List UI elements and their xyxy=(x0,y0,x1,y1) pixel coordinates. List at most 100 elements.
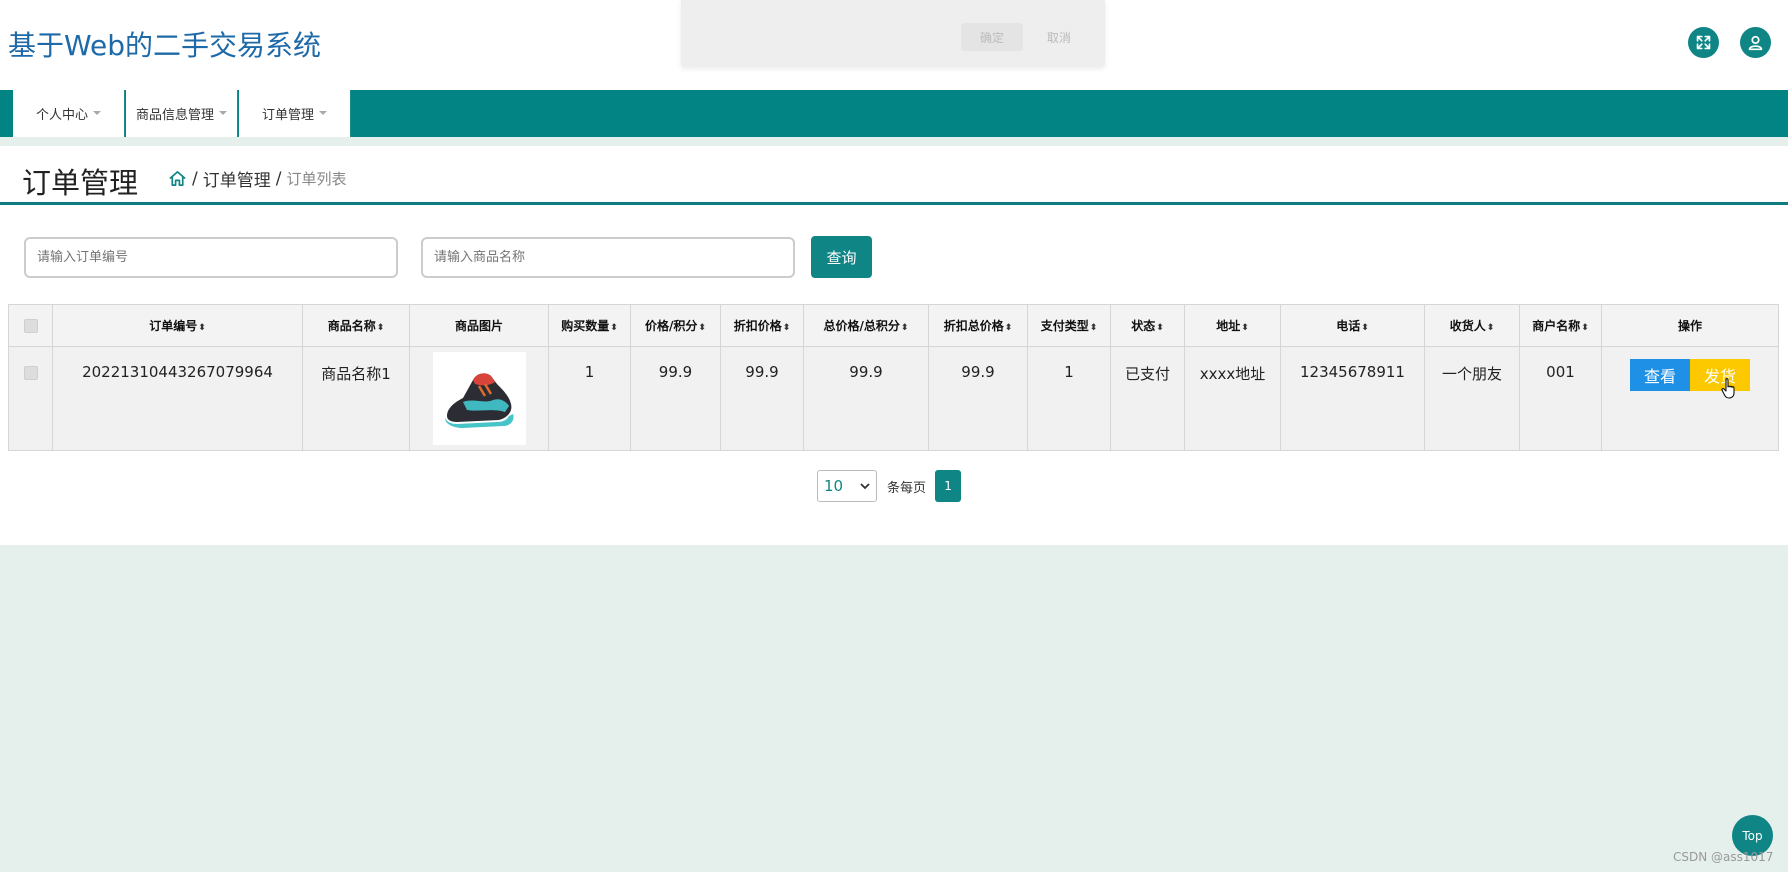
column-header-label: 商品名称 xyxy=(327,319,376,333)
column-header-label: 购买数量 xyxy=(561,319,610,333)
sort-icon[interactable]: ⬍ xyxy=(198,323,206,333)
nav-item-label: 商品信息管理 xyxy=(135,108,214,123)
order-no-search-input[interactable] xyxy=(24,237,398,278)
column-header-discount-total[interactable]: 折扣总价格⬍ xyxy=(928,304,1028,347)
orders-table: 订单编号⬍ 商品名称⬍ 商品图片 购买数量⬍ 价格/积分⬍ 折扣价格⬍ 总价格/… xyxy=(8,304,1779,451)
nav-item-label: 订单管理 xyxy=(261,108,314,123)
row-checkbox[interactable] xyxy=(23,365,38,380)
actions-cell: 查看 发货 xyxy=(1601,346,1779,451)
nav-item-product-management[interactable]: 商品信息管理 xyxy=(126,90,238,137)
sort-icon[interactable]: ⬍ xyxy=(1361,323,1369,333)
column-header-label: 价格/积分 xyxy=(645,319,698,333)
caret-down-icon xyxy=(219,110,227,115)
dialog-cancel-button[interactable]: 取消 xyxy=(1033,23,1085,51)
fullscreen-icon xyxy=(1696,35,1711,50)
discount-total-cell: 99.9 xyxy=(928,346,1028,451)
hand-cursor-icon xyxy=(1721,378,1735,399)
main-navbar: 个人中心 商品信息管理 订单管理 xyxy=(0,90,1788,137)
column-header-product-image: 商品图片 xyxy=(409,304,549,347)
home-icon[interactable] xyxy=(168,169,187,188)
discount-price-cell: 99.9 xyxy=(720,346,804,451)
product-name-search-input[interactable] xyxy=(421,237,795,278)
column-header-order-no[interactable]: 订单编号⬍ xyxy=(52,304,303,347)
column-header-label: 订单编号 xyxy=(149,319,198,333)
total-price-cell: 99.9 xyxy=(803,346,929,451)
sort-icon[interactable]: ⬍ xyxy=(1005,323,1013,333)
sort-icon[interactable]: ⬍ xyxy=(377,323,385,333)
column-header-label: 总价格/总积分 xyxy=(823,319,900,333)
select-all-cell xyxy=(8,304,53,347)
sort-icon[interactable]: ⬍ xyxy=(1241,323,1249,333)
column-header-price[interactable]: 价格/积分⬍ xyxy=(630,304,721,347)
fullscreen-button[interactable] xyxy=(1688,27,1719,58)
column-header-actions: 操作 xyxy=(1601,304,1779,347)
order-no-cell: 20221310443267079964 xyxy=(52,346,303,451)
column-header-label: 商品图片 xyxy=(454,319,503,333)
column-header-address[interactable]: 地址⬍ xyxy=(1184,304,1281,347)
sort-icon[interactable]: ⬍ xyxy=(698,323,706,333)
ship-button[interactable]: 发货 xyxy=(1690,359,1750,399)
page-size-value: 10 xyxy=(824,477,844,495)
pagination: 10 条每页 1 xyxy=(817,470,962,502)
column-header-label: 支付类型 xyxy=(1040,319,1089,333)
dialog-confirm-button[interactable]: 确定 xyxy=(961,23,1023,51)
receiver-cell: 一个朋友 xyxy=(1424,346,1520,451)
product-image[interactable] xyxy=(432,352,526,445)
user-button[interactable] xyxy=(1740,27,1771,58)
per-page-label: 条每页 xyxy=(887,480,927,496)
chevron-down-icon xyxy=(860,482,870,489)
sort-icon[interactable]: ⬍ xyxy=(1581,323,1589,333)
table-row: 20221310443267079964 商品名称1 1 99.9 99.9 9… xyxy=(8,346,1779,451)
sort-icon[interactable]: ⬍ xyxy=(783,323,791,333)
select-all-checkbox[interactable] xyxy=(23,318,38,333)
column-header-discount-price[interactable]: 折扣价格⬍ xyxy=(720,304,804,347)
column-header-total-price[interactable]: 总价格/总积分⬍ xyxy=(803,304,929,347)
caret-down-icon xyxy=(93,110,101,115)
sort-icon[interactable]: ⬍ xyxy=(901,323,909,333)
query-button[interactable]: 查询 xyxy=(811,236,872,278)
row-actions: 查看 发货 xyxy=(1630,359,1750,399)
column-header-label: 状态 xyxy=(1131,319,1156,333)
page-title: 订单管理 xyxy=(22,166,139,200)
column-header-receiver[interactable]: 收货人⬍ xyxy=(1424,304,1520,347)
column-header-quantity[interactable]: 购买数量⬍ xyxy=(548,304,631,347)
price-cell: 99.9 xyxy=(630,346,721,451)
sneaker-image xyxy=(444,373,514,428)
column-header-label: 商户名称 xyxy=(1532,319,1581,333)
column-header-status[interactable]: 状态⬍ xyxy=(1110,304,1185,347)
app-title: 基于Web的二手交易系统 xyxy=(8,29,322,62)
column-header-pay-type[interactable]: 支付类型⬍ xyxy=(1027,304,1111,347)
sort-icon[interactable]: ⬍ xyxy=(610,323,618,333)
breadcrumb-separator: / xyxy=(275,168,282,189)
column-header-label: 收货人 xyxy=(1449,319,1486,333)
pay-type-cell: 1 xyxy=(1027,346,1111,451)
nav-item-label: 个人中心 xyxy=(35,108,88,123)
sort-icon[interactable]: ⬍ xyxy=(1156,323,1164,333)
confirm-dialog: 确定 取消 xyxy=(681,0,1105,67)
content-panel: 订单管理 / 订单管理 / 订单列表 查询 订单编号⬍ 商品名称⬍ 商品图片 购… xyxy=(0,146,1788,545)
column-header-merchant[interactable]: 商户名称⬍ xyxy=(1519,304,1602,347)
page-button-current[interactable]: 1 xyxy=(935,470,962,502)
nav-item-order-management[interactable]: 订单管理 xyxy=(239,90,351,137)
column-header-label: 操作 xyxy=(1677,319,1702,333)
page-size-select[interactable]: 10 xyxy=(817,470,877,502)
column-header-label: 折扣价格 xyxy=(733,319,782,333)
column-header-label: 地址 xyxy=(1216,319,1241,333)
sort-icon[interactable]: ⬍ xyxy=(1090,323,1098,333)
quantity-cell: 1 xyxy=(548,346,631,451)
merchant-cell: 001 xyxy=(1519,346,1602,451)
breadcrumb-level1[interactable]: 订单管理 xyxy=(203,166,271,191)
sort-icon[interactable]: ⬍ xyxy=(1487,323,1495,333)
caret-down-icon xyxy=(319,110,327,115)
watermark: CSDN @ass1017 xyxy=(1673,850,1774,864)
address-cell: xxxx地址 xyxy=(1184,346,1281,451)
divider-strip xyxy=(0,137,1788,146)
table-header-row: 订单编号⬍ 商品名称⬍ 商品图片 购买数量⬍ 价格/积分⬍ 折扣价格⬍ 总价格/… xyxy=(8,304,1779,347)
phone-cell: 12345678911 xyxy=(1280,346,1425,451)
breadcrumb-current: 订单列表 xyxy=(286,170,347,188)
breadcrumb: / 订单管理 / 订单列表 xyxy=(168,166,346,191)
column-header-phone[interactable]: 电话⬍ xyxy=(1280,304,1425,347)
view-button[interactable]: 查看 xyxy=(1630,359,1690,391)
nav-item-personal-center[interactable]: 个人中心 xyxy=(13,90,125,137)
column-header-product-name[interactable]: 商品名称⬍ xyxy=(302,304,410,347)
